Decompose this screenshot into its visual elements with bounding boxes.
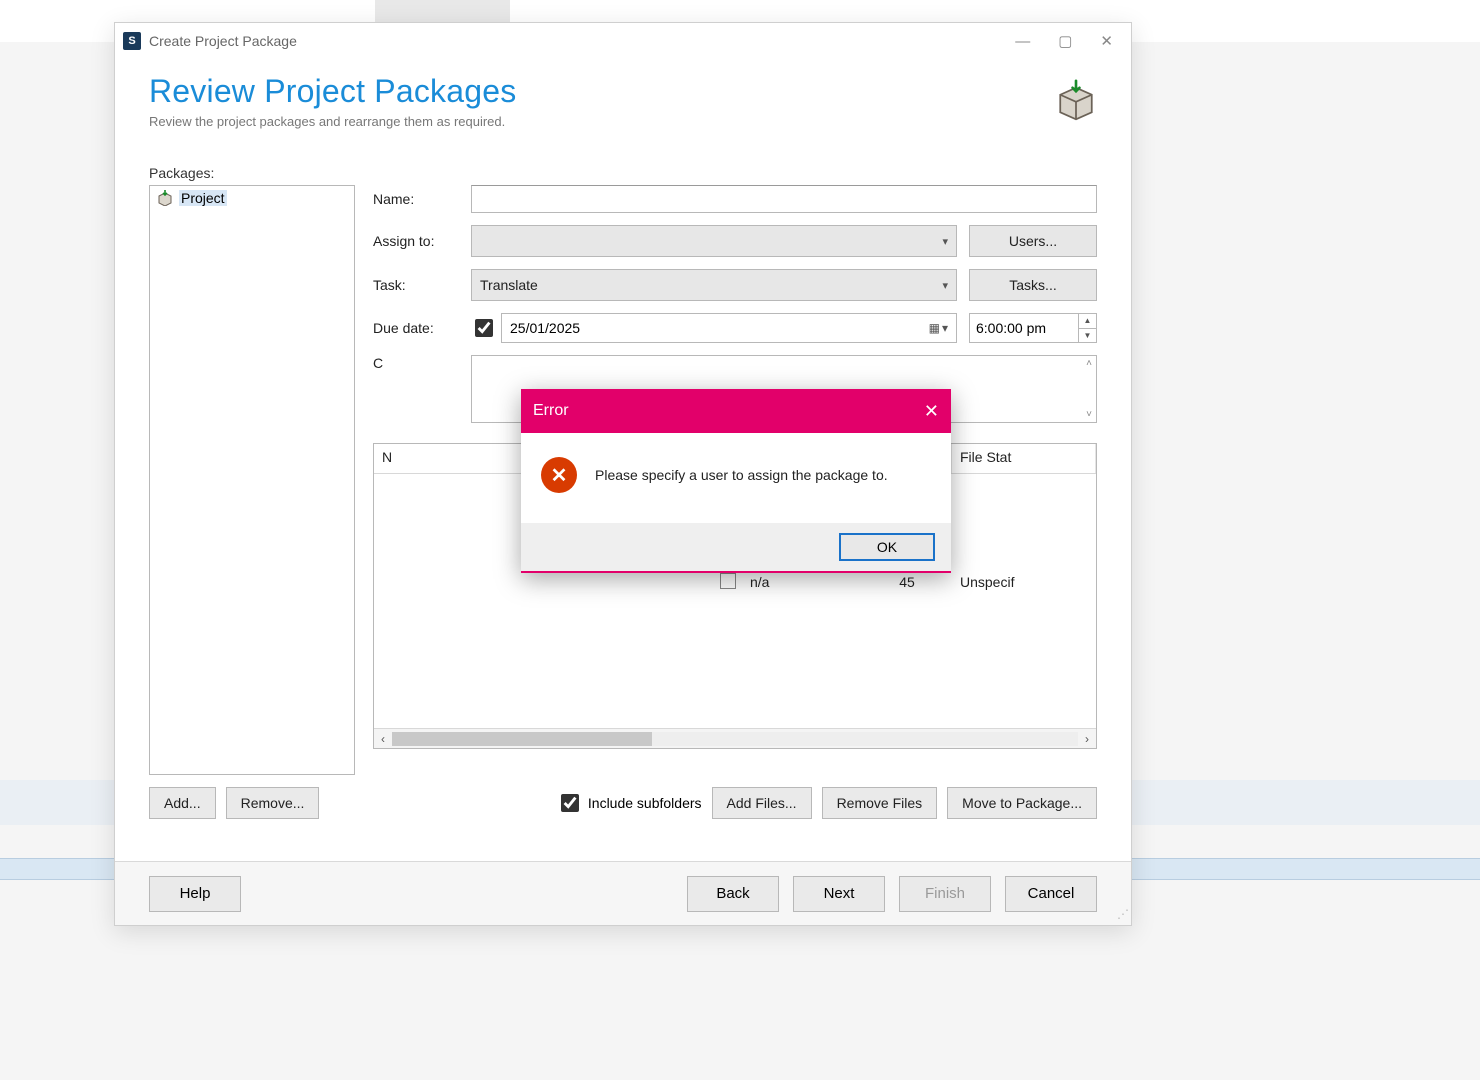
comment-label: C: [373, 355, 471, 371]
due-time-value: 6:00:00 pm: [976, 320, 1046, 336]
cell-task: n/a: [742, 574, 862, 590]
finish-button[interactable]: Finish: [899, 876, 991, 912]
scroll-right-icon[interactable]: ›: [1078, 732, 1096, 746]
name-label: Name:: [373, 191, 471, 207]
close-icon[interactable]: ✕: [1100, 34, 1113, 49]
tree-item-project[interactable]: Project: [153, 189, 351, 207]
assign-to-label: Assign to:: [373, 233, 471, 249]
package-icon: [157, 190, 173, 206]
tree-item-label: Project: [179, 190, 227, 206]
next-button[interactable]: Next: [793, 876, 885, 912]
minimize-icon[interactable]: —: [1015, 34, 1030, 49]
due-date-checkbox[interactable]: [475, 319, 493, 337]
remove-files-button[interactable]: Remove Files: [822, 787, 938, 819]
due-date-picker[interactable]: 25/01/2025 ▦▾: [501, 313, 957, 343]
packages-label: Packages:: [149, 165, 1097, 181]
scroll-down-icon[interactable]: ˅: [1086, 409, 1092, 420]
move-to-package-button[interactable]: Move to Package...: [947, 787, 1097, 819]
wizard-footer: Help Back Next Finish Cancel ⋰: [115, 861, 1131, 925]
spinner-up-icon[interactable]: ▲: [1079, 314, 1096, 329]
error-close-icon[interactable]: ✕: [924, 401, 939, 422]
cancel-button[interactable]: Cancel: [1005, 876, 1097, 912]
back-button[interactable]: Back: [687, 876, 779, 912]
packages-tree[interactable]: Project: [149, 185, 355, 775]
tasks-button[interactable]: Tasks...: [969, 269, 1097, 301]
col-file-status[interactable]: File Stat: [952, 444, 1096, 473]
cell-status: Unspecif: [952, 574, 1096, 590]
titlebar: S Create Project Package — ▢ ✕: [115, 23, 1131, 59]
help-button[interactable]: Help: [149, 876, 241, 912]
grid-horizontal-scrollbar[interactable]: ‹ ›: [374, 728, 1096, 748]
error-ok-button[interactable]: OK: [839, 533, 935, 561]
include-subfolders-input[interactable]: [561, 794, 579, 812]
due-date-value: 25/01/2025: [510, 320, 580, 336]
chevron-down-icon: ▾: [942, 279, 948, 292]
name-field[interactable]: [471, 185, 1097, 213]
maximize-icon[interactable]: ▢: [1058, 34, 1072, 49]
add-files-button[interactable]: Add Files...: [712, 787, 812, 819]
page-title: Review Project Packages: [149, 73, 1055, 110]
error-message: Please specify a user to assign the pack…: [595, 467, 888, 483]
include-subfolders-label: Include subfolders: [588, 795, 702, 811]
scroll-up-icon[interactable]: ˄: [1086, 358, 1092, 369]
cell-words: 45: [862, 574, 952, 590]
due-time-spinner[interactable]: 6:00:00 pm ▲ ▼: [969, 313, 1097, 343]
error-titlebar: Error ✕: [521, 389, 951, 433]
spinner-down-icon[interactable]: ▼: [1079, 329, 1096, 343]
assign-to-dropdown[interactable]: ▾: [471, 225, 957, 257]
create-project-package-window: S Create Project Package — ▢ ✕ Review Pr…: [114, 22, 1132, 926]
app-icon: S: [123, 32, 141, 50]
error-x-icon: ✕: [541, 457, 577, 493]
scrollbar-thumb[interactable]: [392, 732, 652, 746]
table-row[interactable]: n/a45Unspecif: [374, 570, 1096, 594]
scroll-left-icon[interactable]: ‹: [374, 732, 392, 746]
add-package-button[interactable]: Add...: [149, 787, 216, 819]
chevron-down-icon: ▾: [942, 235, 948, 248]
task-dropdown[interactable]: Translate ▾: [471, 269, 957, 301]
chevron-down-icon: ▾: [942, 321, 948, 335]
error-title: Error: [533, 402, 569, 420]
users-button[interactable]: Users...: [969, 225, 1097, 257]
calendar-icon: ▦: [929, 321, 940, 335]
error-dialog: Error ✕ ✕ Please specify a user to assig…: [521, 389, 951, 573]
page-subtitle: Review the project packages and rearrang…: [149, 114, 1055, 129]
row-checkbox[interactable]: [720, 573, 736, 589]
resize-grip-icon[interactable]: ⋰: [1117, 907, 1127, 921]
window-title: Create Project Package: [149, 33, 1015, 49]
task-value: Translate: [480, 277, 538, 293]
package-box-icon: [1055, 79, 1097, 121]
include-subfolders-checkbox[interactable]: Include subfolders: [557, 791, 702, 815]
remove-package-button[interactable]: Remove...: [226, 787, 320, 819]
due-date-label: Due date:: [373, 320, 471, 336]
task-label: Task:: [373, 277, 471, 293]
